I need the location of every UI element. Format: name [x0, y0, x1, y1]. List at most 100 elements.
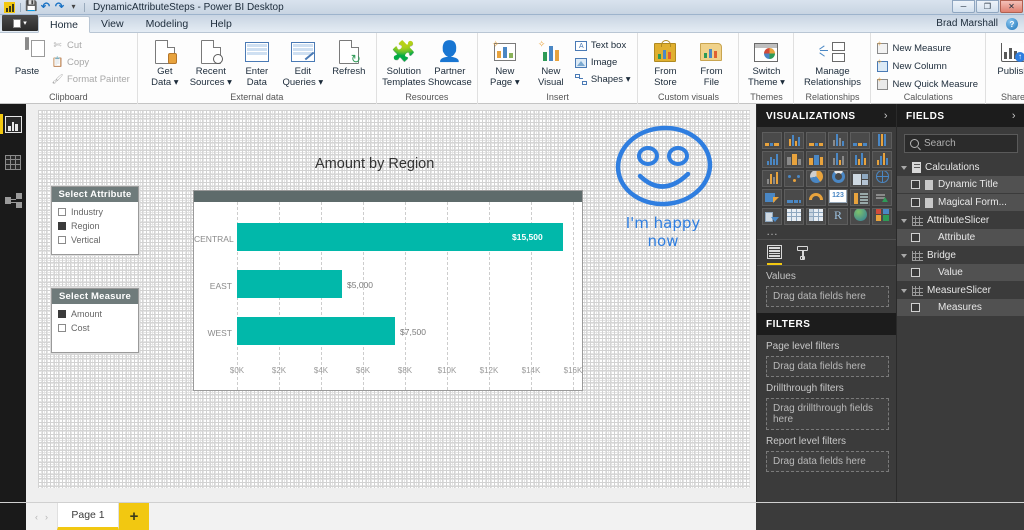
- tab-home[interactable]: Home: [38, 16, 91, 33]
- field-measures[interactable]: Measures: [897, 299, 1024, 317]
- line-clustered-column-chart-icon[interactable]: [850, 151, 870, 168]
- clustered-bar-chart-icon[interactable]: [806, 132, 826, 149]
- fields-search-box[interactable]: Search: [904, 134, 1018, 153]
- checkbox-icon[interactable]: [58, 324, 66, 332]
- slicer-option-vertical[interactable]: Vertical: [58, 235, 132, 245]
- expand-chevron-icon[interactable]: [901, 165, 907, 170]
- paste-button[interactable]: Paste: [4, 35, 50, 78]
- sidebar-item-data-view[interactable]: [0, 150, 26, 174]
- ribbon-chart-icon[interactable]: [872, 151, 892, 168]
- signed-in-user[interactable]: Brad Marshall: [936, 18, 998, 29]
- edit-queries-button[interactable]: Edit Queries ▾: [280, 35, 326, 88]
- fields-table-measureslicer[interactable]: MeasureSlicer: [897, 282, 1024, 299]
- 100-stacked-bar-chart-icon[interactable]: [850, 132, 870, 149]
- help-icon[interactable]: ?: [1006, 18, 1018, 30]
- solution-templates-button[interactable]: 🧩 Solution Templates: [381, 35, 427, 88]
- undo-icon[interactable]: ↶: [40, 1, 51, 13]
- field-dynamic-title[interactable]: Dynamic Title: [897, 176, 1024, 194]
- add-page-button[interactable]: +: [119, 503, 149, 530]
- shapes-button[interactable]: Shapes ▾: [574, 72, 634, 87]
- report-page-canvas[interactable]: Select Attribute Industry Region Vertica…: [38, 110, 750, 488]
- line-stacked-column-chart-icon[interactable]: [828, 151, 848, 168]
- matrix-icon[interactable]: [806, 208, 826, 225]
- stacked-bar-chart-icon[interactable]: [762, 132, 782, 149]
- stacked-area-chart-icon[interactable]: [806, 151, 826, 168]
- bar-chart-visual[interactable]: CENTRAL $15,500 EAST $5,000 WEST $7,500 …: [193, 190, 583, 391]
- customize-qat-icon[interactable]: ▾: [68, 2, 79, 13]
- slicer-icon[interactable]: [762, 208, 782, 225]
- checkbox-checked-icon[interactable]: [58, 222, 66, 230]
- funnel-icon[interactable]: [784, 189, 804, 206]
- bar-east[interactable]: [237, 270, 342, 298]
- new-page-button[interactable]: ✧ New Page ▾: [482, 35, 528, 88]
- slicer-option-amount[interactable]: Amount: [58, 309, 132, 319]
- checkbox-icon[interactable]: [58, 236, 66, 244]
- slicer-option-region[interactable]: Region: [58, 221, 132, 231]
- values-dropzone[interactable]: Drag data fields here: [766, 286, 889, 307]
- tab-modeling[interactable]: Modeling: [135, 15, 200, 32]
- cut-button[interactable]: ✄ Cut: [50, 38, 133, 53]
- publish-button[interactable]: ↑ Publish: [990, 35, 1024, 78]
- report-canvas-area[interactable]: Select Attribute Industry Region Vertica…: [26, 104, 756, 502]
- field-checkbox-icon[interactable]: [911, 303, 920, 312]
- new-visual-button[interactable]: ✧ New Visual: [528, 35, 574, 88]
- recent-sources-button[interactable]: Recent Sources ▾: [188, 35, 234, 88]
- sidebar-item-report-view[interactable]: [0, 112, 26, 136]
- save-icon[interactable]: 💾: [25, 2, 37, 13]
- sidebar-item-relationships-view[interactable]: [0, 188, 26, 212]
- card-icon[interactable]: 123: [828, 189, 848, 206]
- page-tab-page-1[interactable]: Page 1: [57, 503, 119, 530]
- from-file-button[interactable]: From File: [688, 35, 734, 88]
- area-chart-icon[interactable]: [784, 151, 804, 168]
- 100-stacked-column-chart-icon[interactable]: [872, 132, 892, 149]
- slicer-option-industry[interactable]: Industry: [58, 207, 132, 217]
- partner-showcase-button[interactable]: 👤 Partner Showcase: [427, 35, 473, 88]
- pie-chart-icon[interactable]: [806, 170, 826, 187]
- line-chart-icon[interactable]: [762, 151, 782, 168]
- format-painter-button[interactable]: 🖌 Format Painter: [50, 72, 133, 87]
- waterfall-chart-icon[interactable]: [762, 170, 782, 187]
- refresh-button[interactable]: ↻ Refresh: [326, 35, 372, 78]
- expand-chevron-icon[interactable]: [901, 253, 907, 258]
- filled-map-icon[interactable]: [762, 189, 782, 206]
- donut-chart-icon[interactable]: [828, 170, 848, 187]
- report-level-filters-dropzone[interactable]: Drag data fields here: [766, 451, 889, 472]
- field-checkbox-icon[interactable]: [911, 233, 920, 242]
- file-menu-button[interactable]: ▾: [2, 15, 38, 31]
- field-magical-formula[interactable]: Magical Form...: [897, 194, 1024, 212]
- more-visuals-icon[interactable]: …: [757, 225, 896, 239]
- kpi-icon[interactable]: [872, 189, 892, 206]
- page-level-filters-dropzone[interactable]: Drag data fields here: [766, 356, 889, 377]
- text-box-button[interactable]: A Text box: [574, 38, 634, 53]
- bar-west[interactable]: [237, 317, 395, 345]
- get-more-visuals-icon[interactable]: [872, 208, 892, 225]
- table-icon[interactable]: [784, 208, 804, 225]
- collapse-pane-icon[interactable]: ›: [884, 110, 888, 122]
- fields-table-bridge[interactable]: Bridge: [897, 247, 1024, 264]
- map-icon[interactable]: [872, 170, 892, 187]
- enter-data-button[interactable]: Enter Data: [234, 35, 280, 88]
- slicer-select-attribute[interactable]: Select Attribute Industry Region Vertica…: [51, 186, 139, 255]
- field-checkbox-icon[interactable]: [911, 180, 920, 189]
- checkbox-icon[interactable]: [58, 208, 66, 216]
- stacked-column-chart-icon[interactable]: [784, 132, 804, 149]
- new-measure-button[interactable]: ✧ New Measure: [875, 41, 981, 56]
- scatter-chart-icon[interactable]: [784, 170, 804, 187]
- image-button[interactable]: Image: [574, 55, 634, 70]
- minimize-button[interactable]: ─: [952, 0, 975, 13]
- multi-row-card-icon[interactable]: [850, 189, 870, 206]
- fields-tab[interactable]: [767, 245, 782, 265]
- field-checkbox-icon[interactable]: [911, 198, 920, 207]
- clustered-column-chart-icon[interactable]: [828, 132, 848, 149]
- tab-help[interactable]: Help: [199, 15, 243, 32]
- search-input[interactable]: Search: [924, 138, 956, 149]
- copy-button[interactable]: 📋 Copy: [50, 55, 133, 70]
- checkbox-checked-icon[interactable]: [58, 310, 66, 318]
- collapse-fields-pane-icon[interactable]: ›: [1012, 110, 1016, 122]
- expand-chevron-icon[interactable]: [901, 288, 907, 293]
- redo-icon[interactable]: ↷: [54, 1, 65, 13]
- manage-relationships-button[interactable]: Manage Relationships: [798, 35, 866, 88]
- slicer-select-measure[interactable]: Select Measure Amount Cost: [51, 288, 139, 353]
- fields-table-calculations[interactable]: Calculations: [897, 159, 1024, 176]
- drillthrough-filters-dropzone[interactable]: Drag drillthrough fields here: [766, 398, 889, 430]
